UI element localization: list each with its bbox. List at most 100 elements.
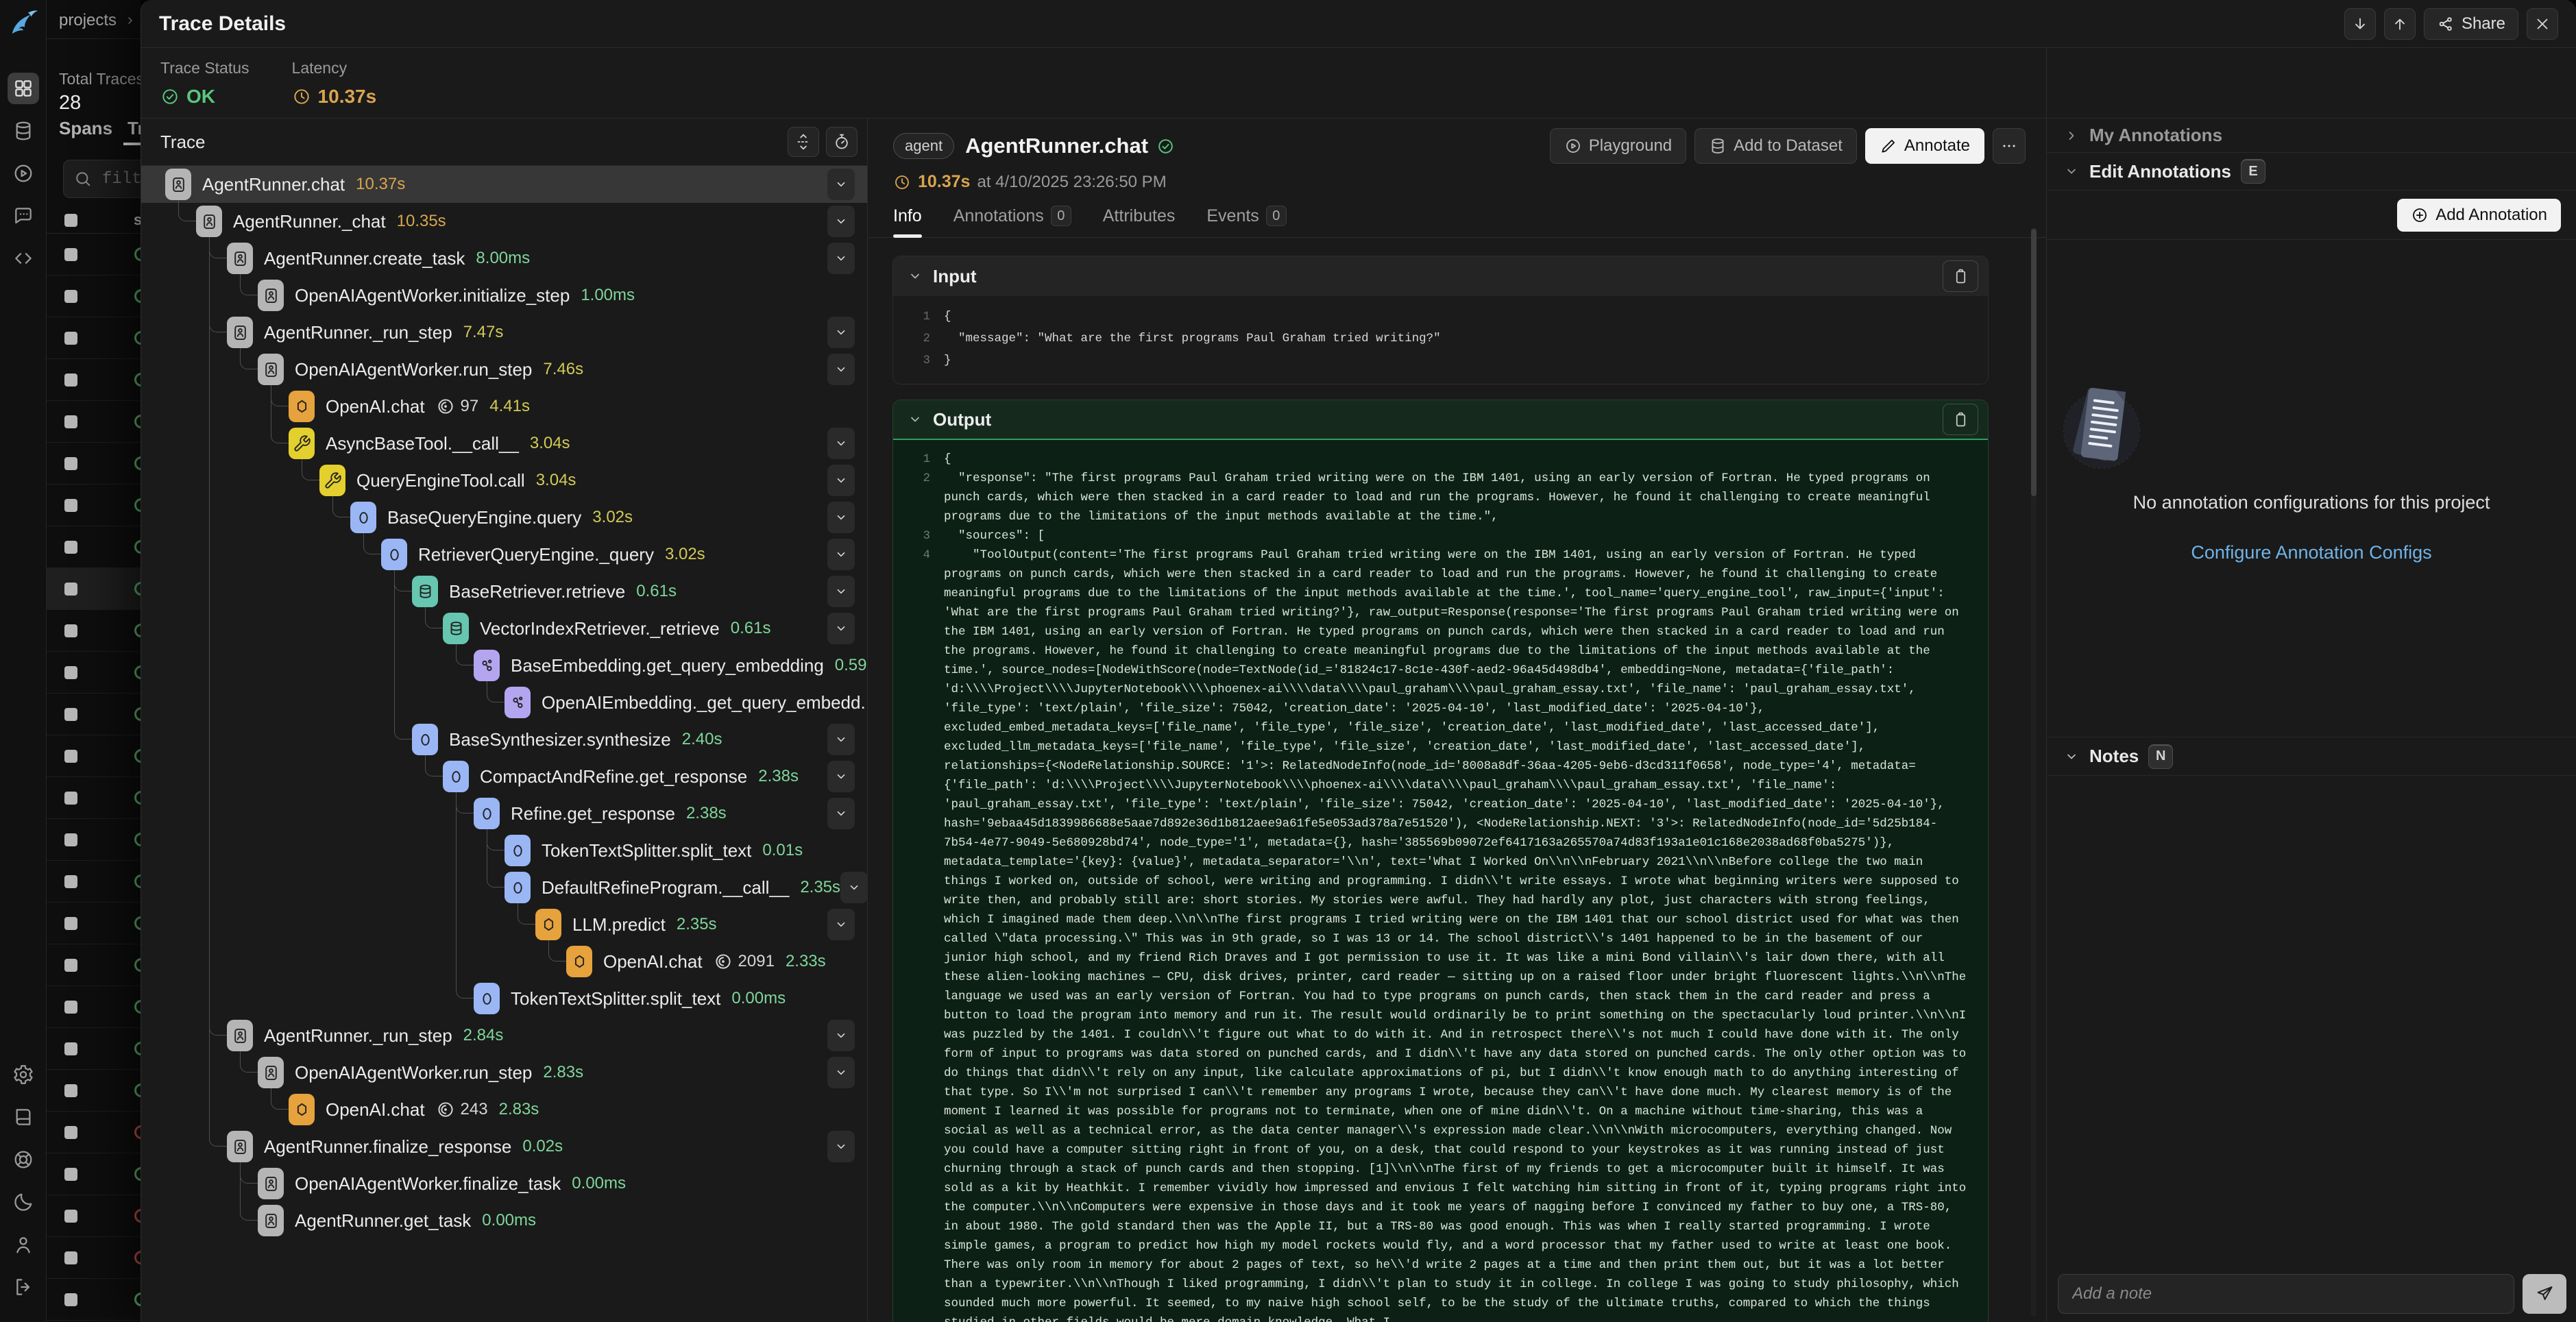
trace-span-row[interactable]: AsyncBaseTool.__call__3.04s: [141, 425, 867, 462]
trace-span-row[interactable]: TokenTextSplitter.split_text0.00ms: [141, 980, 867, 1017]
span-collapse-toggle[interactable]: [827, 465, 855, 496]
table-row[interactable]: [47, 1237, 141, 1279]
tab-events[interactable]: Events0: [1206, 206, 1286, 237]
trace-span-row[interactable]: QueryEngineTool.call3.04s: [141, 462, 867, 499]
span-collapse-toggle[interactable]: [827, 576, 855, 607]
row-checkbox[interactable]: [64, 959, 77, 972]
tab-spans[interactable]: Spans: [59, 118, 112, 139]
add-to-dataset-button[interactable]: Add to Dataset: [1694, 128, 1857, 164]
tab-info[interactable]: Info: [893, 206, 922, 237]
trace-span-row[interactable]: AgentRunner._run_step2.84s: [141, 1017, 867, 1054]
add-annotation-button[interactable]: Add Annotation: [2397, 199, 2561, 232]
trace-span-row[interactable]: CompactAndRefine.get_response2.38s: [141, 758, 867, 795]
tab-annotations[interactable]: Annotations0: [953, 206, 1071, 237]
rail-item-theme-toggle[interactable]: [8, 1186, 39, 1218]
my-annotations-section[interactable]: My Annotations: [2047, 119, 2576, 153]
row-checkbox[interactable]: [64, 666, 77, 679]
row-checkbox[interactable]: [64, 792, 77, 805]
row-checkbox[interactable]: [64, 499, 77, 512]
trace-span-row[interactable]: OpenAI.chat2432.83s: [141, 1091, 867, 1128]
span-collapse-toggle[interactable]: [827, 354, 855, 385]
trace-span-row[interactable]: BaseSynthesizer.synthesize2.40s: [141, 721, 867, 758]
trace-span-row[interactable]: OpenAI.chat974.41s: [141, 388, 867, 425]
trace-span-row[interactable]: AgentRunner._run_step7.47s: [141, 314, 867, 351]
row-checkbox[interactable]: [64, 248, 77, 261]
row-checkbox[interactable]: [64, 1001, 77, 1014]
send-note-button[interactable]: [2523, 1274, 2566, 1314]
phoenix-logo[interactable]: [8, 7, 39, 38]
span-collapse-toggle[interactable]: [827, 909, 855, 940]
span-collapse-toggle[interactable]: [827, 798, 855, 829]
expand-collapse-all-button[interactable]: [788, 127, 819, 157]
rail-item-prompts[interactable]: [8, 200, 39, 232]
annotate-button[interactable]: Annotate: [1865, 128, 1984, 164]
rail-item-documentation[interactable]: [8, 1101, 39, 1133]
trace-span-row[interactable]: OpenAIAgentWorker.run_step2.83s: [141, 1054, 867, 1091]
span-collapse-toggle[interactable]: [827, 206, 855, 237]
tab-partial[interactable]: Tr: [127, 118, 141, 139]
row-checkbox[interactable]: [64, 374, 77, 387]
rail-item-experiments[interactable]: [8, 158, 39, 189]
copy-output-button[interactable]: [1943, 404, 1978, 435]
trace-span-row[interactable]: AgentRunner.get_task0.00ms: [141, 1202, 867, 1239]
tab-attributes[interactable]: Attributes: [1103, 206, 1176, 237]
table-row[interactable]: [47, 903, 141, 944]
table-row[interactable]: [47, 944, 141, 986]
close-button[interactable]: [2527, 8, 2558, 40]
span-collapse-toggle[interactable]: [827, 1020, 855, 1051]
table-row[interactable]: [47, 735, 141, 777]
trace-span-row[interactable]: AgentRunner.create_task8.00ms: [141, 240, 867, 277]
trace-span-row[interactable]: BaseQueryEngine.query3.02s: [141, 499, 867, 536]
table-row[interactable]: [47, 652, 141, 694]
rail-item-datasets[interactable]: [8, 115, 39, 147]
table-row[interactable]: [47, 359, 141, 401]
table-row[interactable]: [47, 526, 141, 568]
row-checkbox[interactable]: [64, 1126, 77, 1139]
table-row[interactable]: [47, 1195, 141, 1237]
table-row[interactable]: [47, 1279, 141, 1321]
row-checkbox[interactable]: [64, 1084, 77, 1097]
rail-item-support[interactable]: [8, 1144, 39, 1175]
rail-item-profile[interactable]: [8, 1229, 39, 1260]
search-input[interactable]: filte: [63, 160, 141, 198]
trace-span-row[interactable]: VectorIndexRetriever._retrieve0.61s: [141, 610, 867, 647]
timing-toggle-button[interactable]: [826, 127, 858, 157]
edit-annotations-section[interactable]: Edit Annotations E: [2047, 153, 2576, 191]
note-input[interactable]: [2058, 1274, 2514, 1314]
copy-input-button[interactable]: [1943, 260, 1978, 292]
row-checkbox[interactable]: [64, 332, 77, 345]
row-checkbox[interactable]: [64, 875, 77, 888]
trace-span-row[interactable]: AgentRunner.chat10.37s: [141, 166, 867, 203]
table-row[interactable]: [47, 1153, 141, 1195]
table-row[interactable]: [47, 317, 141, 359]
span-collapse-toggle[interactable]: [827, 317, 855, 348]
row-checkbox[interactable]: [64, 1168, 77, 1181]
more-actions-button[interactable]: [1993, 128, 2026, 164]
rail-item-logout[interactable]: [8, 1271, 39, 1303]
trace-span-row[interactable]: LLM.predict2.35s: [141, 906, 867, 943]
trace-span-row[interactable]: OpenAIAgentWorker.run_step7.46s: [141, 351, 867, 388]
trace-span-row[interactable]: OpenAIEmbedding._get_query_embedd...0.58…: [141, 684, 867, 721]
table-row[interactable]: [47, 777, 141, 819]
table-row[interactable]: [47, 819, 141, 861]
table-row[interactable]: [47, 485, 141, 526]
span-collapse-toggle[interactable]: [827, 724, 855, 755]
share-button[interactable]: Share: [2424, 8, 2518, 40]
row-checkbox[interactable]: [64, 1210, 77, 1223]
table-row[interactable]: [47, 610, 141, 652]
rail-item-apis[interactable]: [8, 243, 39, 274]
trace-span-row[interactable]: BaseRetriever.retrieve0.61s: [141, 573, 867, 610]
playground-button[interactable]: Playground: [1550, 128, 1686, 164]
row-checkbox[interactable]: [64, 1251, 77, 1264]
row-checkbox[interactable]: [64, 1293, 77, 1306]
row-checkbox[interactable]: [64, 290, 77, 303]
table-row[interactable]: [47, 1070, 141, 1112]
row-checkbox[interactable]: [64, 833, 77, 846]
row-checkbox[interactable]: [64, 457, 77, 470]
breadcrumb[interactable]: projects: [59, 11, 117, 30]
next-trace-button[interactable]: [2384, 8, 2416, 40]
row-checkbox[interactable]: [64, 541, 77, 554]
rail-item-projects[interactable]: [8, 73, 39, 104]
configure-annotation-configs-link[interactable]: Configure Annotation Configs: [2047, 542, 2576, 563]
span-collapse-toggle[interactable]: [827, 502, 855, 533]
